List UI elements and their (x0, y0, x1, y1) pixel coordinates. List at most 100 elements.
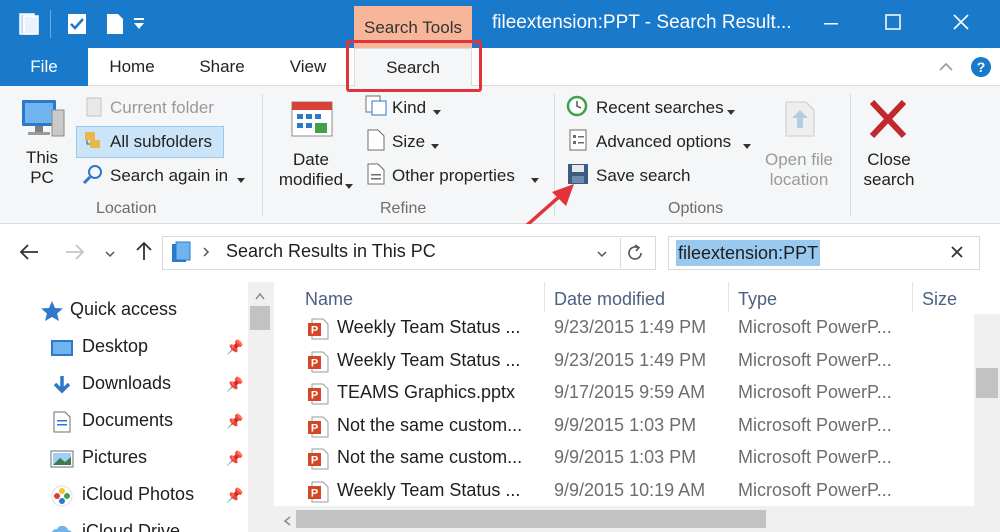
maximize-button[interactable] (862, 0, 924, 46)
horizontal-scrollbar-thumb[interactable] (296, 510, 766, 528)
desktop-icon (50, 337, 74, 359)
tab-share[interactable]: Share (190, 48, 254, 86)
file-row[interactable]: P Not the same custom... 9/9/2015 1:03 PM M… (300, 410, 972, 443)
scroll-up-icon[interactable] (254, 288, 266, 306)
recent-searches-button[interactable]: Recent searches (596, 98, 724, 118)
tab-home[interactable]: Home (100, 48, 164, 86)
powerpoint-file-icon: P (306, 447, 330, 471)
help-icon[interactable]: ? (970, 56, 992, 83)
tab-view[interactable]: View (278, 48, 338, 86)
advanced-options-button[interactable]: Advanced options (596, 132, 731, 152)
other-properties-button[interactable]: Other properties (392, 166, 515, 186)
nav-item[interactable]: iCloud Photos 📌 (40, 479, 246, 513)
all-subfolders-button[interactable]: All subfolders (110, 132, 212, 152)
column-header-size[interactable]: Size (922, 289, 957, 310)
column-separator[interactable] (912, 282, 913, 312)
scroll-left-icon[interactable] (282, 514, 292, 532)
group-separator (262, 94, 263, 216)
close-search-button[interactable]: Close search (854, 150, 924, 190)
properties-icon[interactable] (66, 12, 88, 36)
current-folder-button[interactable]: Current folder (110, 98, 214, 118)
nav-item-label: Quick access (70, 299, 178, 319)
search-again-in-button[interactable]: Search again in (110, 166, 228, 186)
powerpoint-file-icon: P (306, 382, 330, 406)
column-header-name[interactable]: Name (305, 289, 353, 310)
pin-icon[interactable]: 📌 (226, 450, 243, 467)
recent-locations-chevron-icon[interactable] (104, 246, 116, 264)
tab-file[interactable]: File (0, 48, 88, 86)
this-pc-button[interactable]: This PC (14, 148, 70, 188)
pin-icon[interactable]: 📌 (226, 487, 243, 504)
pin-icon[interactable]: 📌 (226, 413, 243, 430)
open-file-location-button[interactable]: Open file location (758, 150, 840, 190)
file-row[interactable]: P Not the same custom... 9/9/2015 1:03 PM M… (300, 442, 972, 475)
close-search-label-line1: Close (867, 150, 911, 169)
location-group-label: Location (96, 200, 157, 217)
collapse-ribbon-icon[interactable] (938, 60, 954, 78)
address-row: Search Results in This PC fileextension:… (0, 224, 1000, 282)
kind-icon (364, 94, 388, 123)
nav-item[interactable]: Downloads 📌 (40, 368, 246, 402)
back-arrow-icon[interactable] (18, 242, 40, 267)
close-window-button[interactable] (930, 0, 992, 46)
forward-arrow-icon[interactable] (64, 242, 86, 267)
search-input[interactable]: fileextension:PPT (676, 240, 821, 266)
search-tab-highlight-box (346, 40, 482, 92)
file-row[interactable]: P Weekly Team Status ... 9/23/2015 1:49 PM… (300, 312, 972, 345)
file-row[interactable]: P Weekly Team Status ... 9/23/2015 1:49 PM… (300, 345, 972, 378)
new-folder-icon[interactable] (104, 12, 126, 36)
pin-icon[interactable]: 📌 (226, 339, 243, 356)
column-separator[interactable] (544, 282, 545, 312)
pictures-icon (50, 448, 74, 470)
column-header-type[interactable]: Type (738, 289, 777, 310)
nav-item[interactable]: Documents 📌 (40, 405, 246, 439)
address-path[interactable]: Search Results in This PC (226, 241, 436, 262)
column-separator[interactable] (728, 282, 729, 312)
nav-scrollbar-thumb[interactable] (250, 306, 270, 330)
clear-search-icon[interactable] (948, 243, 966, 266)
date-modified-label-line2: modified (278, 170, 344, 189)
file-type: Microsoft PowerP... (738, 480, 892, 500)
file-name: Weekly Team Status ... (337, 317, 521, 337)
address-dropdown-icon[interactable] (596, 246, 608, 264)
powerpoint-file-icon: P (306, 350, 330, 374)
open-file-location-label-line2: location (769, 170, 829, 189)
save-search-button[interactable]: Save search (596, 166, 691, 186)
nav-item[interactable]: Desktop 📌 (40, 331, 246, 365)
file-list-scrollbar[interactable] (974, 314, 1000, 506)
up-arrow-icon[interactable] (134, 240, 154, 267)
icloud-drive-icon (50, 522, 74, 532)
qat-customize-icon[interactable] (132, 14, 154, 38)
file-row[interactable]: P TEAMS Graphics.pptx 9/17/2015 9:59 AM Mic… (300, 377, 972, 410)
folder-app-icon[interactable] (18, 12, 40, 36)
svg-text:P: P (311, 488, 318, 500)
current-folder-icon (84, 96, 104, 123)
file-row[interactable]: P Weekly Team Status ... 9/9/2015 10:19 AM… (300, 475, 972, 508)
this-pc-label-line2: PC (30, 168, 54, 187)
kind-button[interactable]: Kind (392, 98, 426, 118)
nav-item-label: Desktop (82, 336, 149, 356)
refresh-icon[interactable] (624, 242, 646, 269)
breadcrumb-chevron-icon[interactable] (202, 245, 210, 263)
pane-splitter[interactable] (272, 282, 274, 532)
other-properties-icon (366, 162, 386, 191)
nav-item-label: Pictures (82, 447, 148, 467)
date-modified-button[interactable]: Date modified (266, 150, 356, 190)
column-header-date-modified[interactable]: Date modified (554, 289, 665, 310)
svg-text:P: P (311, 422, 318, 434)
file-list-scrollbar-thumb[interactable] (976, 368, 998, 398)
size-button[interactable]: Size (392, 132, 425, 152)
nav-item[interactable]: Pictures 📌 (40, 442, 246, 476)
minimize-button[interactable] (800, 0, 862, 46)
refine-group-label: Refine (380, 200, 427, 217)
downloads-icon (50, 374, 74, 396)
date-modified-label-line1: Date (293, 150, 329, 169)
file-date-modified: 9/9/2015 1:03 PM (554, 414, 697, 435)
nav-item[interactable]: Quick access (40, 294, 246, 328)
file-name: Not the same custom... (337, 447, 523, 468)
documents-icon (50, 411, 74, 433)
chevron-down-icon (432, 104, 442, 122)
pin-icon[interactable]: 📌 (226, 376, 243, 393)
qat-separator (50, 10, 51, 38)
nav-item[interactable]: iCloud Drive (40, 516, 246, 532)
